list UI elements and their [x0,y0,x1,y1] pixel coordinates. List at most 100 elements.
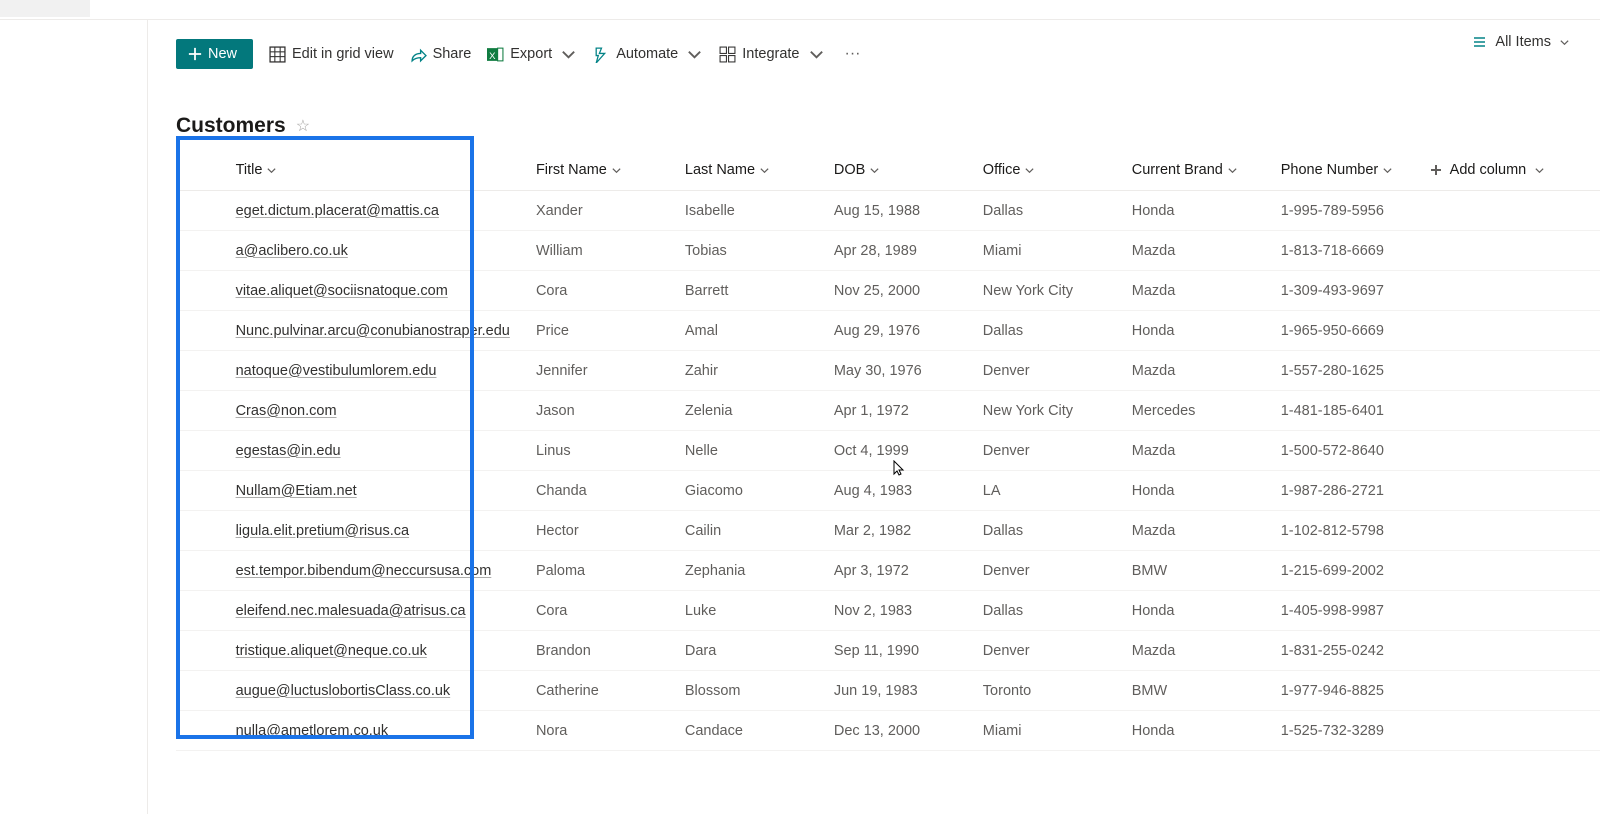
nav-item[interactable]: e [0,90,147,130]
nav-item[interactable]: ed with us [0,210,147,250]
chevron-down-icon [611,165,622,176]
nav-item[interactable]: s [0,130,147,170]
cell-first-name: Cora [536,271,685,311]
table-row[interactable]: eget.dictum.placerat@mattis.caXanderIsab… [176,191,1600,231]
cell-phone: 1-987-286-2721 [1281,471,1430,511]
left-navigation: e s rtment Portals ed with us munication… [0,20,148,814]
column-header-brand[interactable]: Current Brand [1132,150,1281,191]
cell-title[interactable]: Cras@non.com [236,391,536,431]
share-button[interactable]: Share [410,46,472,63]
cell-phone: 1-557-280-1625 [1281,351,1430,391]
cell-phone: 1-215-699-2002 [1281,551,1430,591]
nav-item[interactable]: cle bin [0,290,147,330]
cell-last-name: Isabelle [685,191,834,231]
cell-last-name: Cailin [685,511,834,551]
plus-icon [1430,164,1442,176]
cell-last-name: Candace [685,711,834,751]
cell-phone: 1-309-493-9697 [1281,271,1430,311]
cell-office: Dallas [983,591,1132,631]
cell-title[interactable]: ligula.elit.pretium@risus.ca [236,511,536,551]
cell-title[interactable]: nulla@ametlorem.co.uk [236,711,536,751]
cell-title[interactable]: augue@luctuslobortisClass.co.uk [236,671,536,711]
column-header-phone[interactable]: Phone Number [1281,150,1430,191]
cell-dob: Dec 13, 2000 [834,711,983,751]
table-row[interactable]: ligula.elit.pretium@risus.caHectorCailin… [176,511,1600,551]
cell-dob: Aug 15, 1988 [834,191,983,231]
table-row[interactable]: Nullam@Etiam.netChandaGiacomoAug 4, 1983… [176,471,1600,511]
column-header-last-name[interactable]: Last Name [685,150,834,191]
integrate-button[interactable]: Integrate [719,46,824,63]
cell-first-name: Price [536,311,685,351]
cell-first-name: Cora [536,591,685,631]
cell-first-name: Jennifer [536,351,685,391]
cell-title[interactable]: tristique.aliquet@neque.co.uk [236,631,536,671]
more-button[interactable]: ··· [841,45,865,63]
add-column-button[interactable]: Add column [1430,150,1600,191]
table-row[interactable]: nulla@ametlorem.co.ukNoraCandaceDec 13, … [176,711,1600,751]
cell-office: Dallas [983,511,1132,551]
column-header-first-name[interactable]: First Name [536,150,685,191]
cell-last-name: Giacomo [685,471,834,511]
cell-title[interactable]: vitae.aliquet@sociisnatoque.com [236,271,536,311]
cell-phone: 1-481-185-6401 [1281,391,1430,431]
chevron-down-icon [1534,165,1545,176]
nav-item[interactable]: munication [0,250,147,290]
excel-icon: X [487,46,504,63]
cell-phone: 1-965-950-6669 [1281,311,1430,351]
export-button[interactable]: X Export [487,46,577,63]
table-row[interactable]: Nunc.pulvinar.arcu@conubianostraper.eduP… [176,311,1600,351]
table-row[interactable]: Cras@non.comJasonZeleniaApr 1, 1972New Y… [176,391,1600,431]
cell-brand: Honda [1132,591,1281,631]
cell-last-name: Zephania [685,551,834,591]
chevron-down-icon [560,46,577,63]
cell-title[interactable]: eget.dictum.placerat@mattis.ca [236,191,536,231]
new-button[interactable]: New [176,39,253,69]
table-row[interactable]: est.tempor.bibendum@neccursusa.comPaloma… [176,551,1600,591]
list-title: Customers [176,114,286,138]
column-header-dob[interactable]: DOB [834,150,983,191]
cell-brand: Mazda [1132,271,1281,311]
cell-brand: BMW [1132,671,1281,711]
column-header-title[interactable]: Title [236,150,536,191]
cell-last-name: Dara [685,631,834,671]
cell-title[interactable]: est.tempor.bibendum@neccursusa.com [236,551,536,591]
cell-title[interactable]: Nunc.pulvinar.arcu@conubianostraper.edu [236,311,536,351]
list-view-icon [1471,34,1487,50]
cell-office: Denver [983,551,1132,591]
favorite-star-icon[interactable]: ☆ [296,116,310,136]
cell-dob: Nov 2, 1983 [834,591,983,631]
view-selector[interactable]: All Items [1471,34,1570,50]
cell-first-name: Xander [536,191,685,231]
table-row[interactable]: tristique.aliquet@neque.co.ukBrandonDara… [176,631,1600,671]
cell-title[interactable]: natoque@vestibulumlorem.edu [236,351,536,391]
cell-title[interactable]: Nullam@Etiam.net [236,471,536,511]
chevron-down-icon [266,165,277,176]
cell-office: Dallas [983,311,1132,351]
edit-in-grid-button[interactable]: Edit in grid view [269,46,394,63]
automate-button[interactable]: Automate [593,46,703,63]
cell-first-name: William [536,231,685,271]
cell-phone: 1-977-946-8825 [1281,671,1430,711]
cell-dob: Nov 25, 2000 [834,271,983,311]
table-row[interactable]: vitae.aliquet@sociisnatoque.comCoraBarre… [176,271,1600,311]
chevron-down-icon [1382,165,1393,176]
cell-phone: 1-500-572-8640 [1281,431,1430,471]
cell-phone: 1-813-718-6669 [1281,231,1430,271]
cell-dob: Oct 4, 1999 [834,431,983,471]
cell-brand: Honda [1132,711,1281,751]
table-row[interactable]: augue@luctuslobortisClass.co.ukCatherine… [176,671,1600,711]
cell-brand: Honda [1132,471,1281,511]
cell-title[interactable]: eleifend.nec.malesuada@atrisus.ca [236,591,536,631]
chevron-down-icon [1559,37,1570,48]
table-row[interactable]: natoque@vestibulumlorem.eduJenniferZahir… [176,351,1600,391]
cell-brand: Mazda [1132,231,1281,271]
table-row[interactable]: eleifend.nec.malesuada@atrisus.caCoraLuk… [176,591,1600,631]
table-row[interactable]: egestas@in.eduLinusNelleOct 4, 1999Denve… [176,431,1600,471]
cell-brand: Honda [1132,191,1281,231]
cell-title[interactable]: egestas@in.edu [236,431,536,471]
column-header-office[interactable]: Office [983,150,1132,191]
nav-item[interactable]: rtment Portals [0,170,147,210]
table-row[interactable]: a@aclibero.co.ukWilliamTobiasApr 28, 198… [176,231,1600,271]
cell-phone: 1-525-732-3289 [1281,711,1430,751]
cell-title[interactable]: a@aclibero.co.uk [236,231,536,271]
